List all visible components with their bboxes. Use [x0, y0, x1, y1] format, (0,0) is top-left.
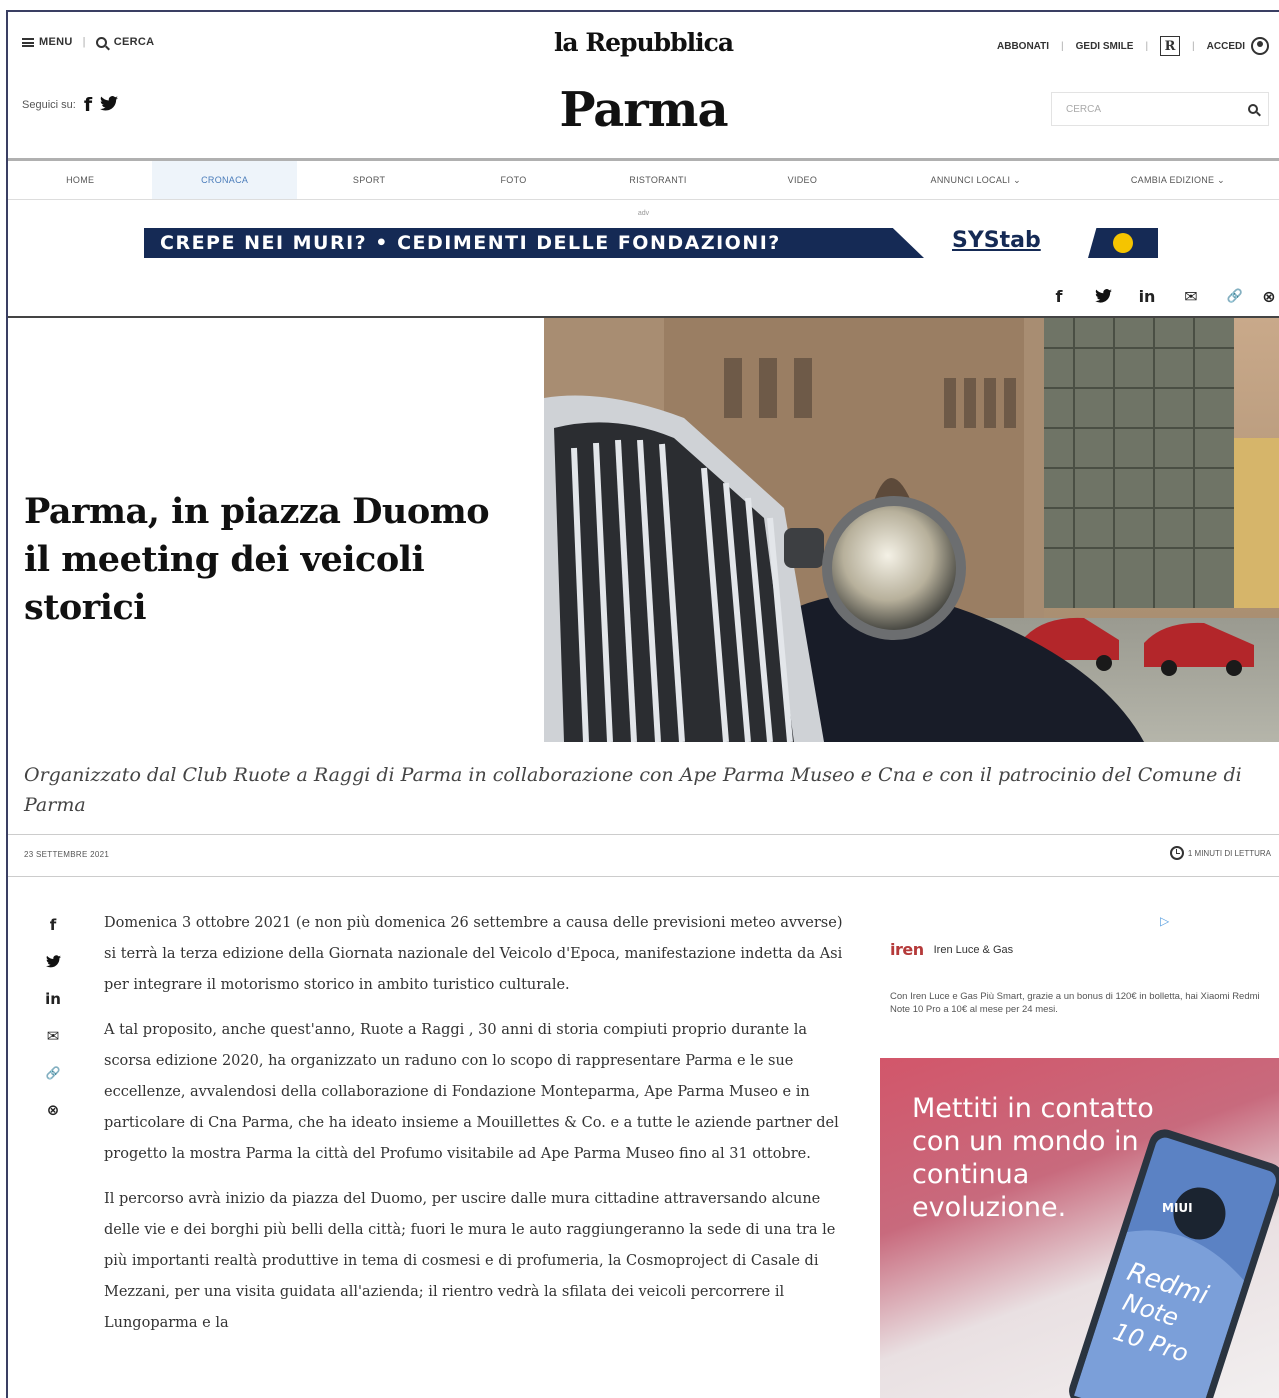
- share-pinterest-icon[interactable]: ⊗: [38, 1093, 68, 1126]
- adv-banner-logo[interactable]: [1088, 228, 1158, 258]
- user-icon: [1251, 37, 1269, 55]
- reading-time: 1 MINUTI DI LETTURA: [1169, 846, 1271, 860]
- share-link-icon[interactable]: 🔗: [1215, 280, 1255, 312]
- gedi-smile-link[interactable]: GEDI SMILE: [1076, 41, 1134, 52]
- main-nav: HOME CRONACA SPORT FOTO RISTORANTI VIDEO…: [8, 158, 1279, 200]
- ad-text: Con Iren Luce e Gas Più Smart, grazie a …: [890, 991, 1260, 1015]
- login-button[interactable]: ACCEDI: [1207, 37, 1269, 55]
- share-email-icon[interactable]: ✉: [1171, 280, 1211, 312]
- browser-page: MENU | CERCA la Repubblica ABBONATI | GE…: [6, 10, 1279, 1398]
- article-subtitle: Organizzato dal Club Ruote a Raggi di Pa…: [24, 764, 1242, 816]
- search-input[interactable]: CERCA: [1051, 92, 1269, 126]
- nav-item-sport[interactable]: SPORT: [297, 161, 441, 199]
- ad-miui-label: MIUI: [1162, 1201, 1193, 1215]
- ad-choices-icon[interactable]: ▷: [1160, 914, 1169, 928]
- share-linkedin-icon[interactable]: in: [1127, 280, 1167, 312]
- ad-advertiser-name: Iren Luce & Gas: [933, 943, 1014, 956]
- top-bar-right: ABBONATI | GEDI SMILE | R | ACCEDI: [997, 36, 1269, 56]
- share-pinterest-icon[interactable]: ⊗: [1259, 280, 1279, 312]
- separator: |: [1145, 40, 1149, 52]
- ad-visual[interactable]: Mettiti in contatto con un mondo in cont…: [880, 1058, 1279, 1398]
- adv-logo-circle-icon: [1113, 233, 1133, 253]
- nav-item-annunci-locali[interactable]: ANNUNCI LOCALI ⌄: [875, 161, 1077, 199]
- article-paragraph: A tal proposito, anche quest'anno, Ruote…: [104, 1022, 839, 1162]
- ad-advertiser: iren Iren Luce & Gas: [890, 940, 1013, 959]
- article-body: Domenica 3 ottobre 2021 (e non più domen…: [104, 908, 844, 1353]
- nav-item-cronaca[interactable]: CRONACA: [152, 161, 297, 199]
- reading-time-label: 1 MINUTI DI LETTURA: [1187, 848, 1271, 858]
- adv-banner[interactable]: CREPE NEI MURI? • CEDIMENTI DELLE FONDAZ…: [144, 228, 924, 258]
- adv-label: adv: [637, 210, 650, 217]
- article-paragraph: Il percorso avrà inizio da piazza del Du…: [104, 1191, 836, 1331]
- repubblica-r-icon[interactable]: R: [1160, 36, 1181, 56]
- search-placeholder: CERCA: [1066, 103, 1102, 115]
- search-icon[interactable]: [1248, 104, 1258, 114]
- share-bar-side: f in ✉ 🔗 ⊗: [38, 908, 68, 1126]
- nav-item-home[interactable]: HOME: [8, 161, 152, 199]
- nav-item-video[interactable]: VIDEO: [730, 161, 874, 199]
- share-twitter-icon[interactable]: [1083, 280, 1123, 312]
- share-facebook-icon[interactable]: f: [1039, 280, 1079, 312]
- share-link-icon[interactable]: 🔗: [38, 1056, 68, 1089]
- separator: |: [1192, 40, 1195, 52]
- subscribe-link[interactable]: ABBONATI: [997, 41, 1049, 52]
- article-date: 23 SETTEMBRE 2021: [24, 850, 110, 859]
- divider: [8, 834, 1279, 835]
- clock-icon: [1169, 846, 1184, 860]
- divider: [8, 876, 1279, 877]
- nav-item-foto[interactable]: FOTO: [441, 161, 585, 199]
- adv-banner-brand[interactable]: SYStab: [952, 228, 1041, 253]
- nav-item-ristoranti[interactable]: RISTORANTI: [586, 161, 730, 199]
- login-label: ACCEDI: [1206, 40, 1245, 52]
- share-email-icon[interactable]: ✉: [38, 1019, 68, 1052]
- article-title: Parma, in piazza Duomo il meeting dei ve…: [24, 491, 490, 628]
- iren-logo: iren: [890, 940, 924, 959]
- article-hero-image[interactable]: [544, 318, 1279, 742]
- share-twitter-icon[interactable]: [38, 945, 68, 978]
- share-linkedin-icon[interactable]: in: [38, 982, 68, 1015]
- share-facebook-icon[interactable]: f: [38, 908, 68, 941]
- separator: |: [1061, 40, 1064, 52]
- sidebar-ad[interactable]: ▷ iren Iren Luce & Gas Con Iren Luce e G…: [878, 912, 1279, 1398]
- nav-item-cambia-edizione[interactable]: CAMBIA EDIZIONE ⌄: [1077, 161, 1279, 199]
- top-bar: MENU | CERCA la Repubblica ABBONATI | GE…: [8, 12, 1279, 80]
- share-bar-top: f in ✉ 🔗 ⊗: [1039, 280, 1279, 312]
- article-paragraph: Domenica 3 ottobre 2021 (e non più domen…: [104, 915, 843, 993]
